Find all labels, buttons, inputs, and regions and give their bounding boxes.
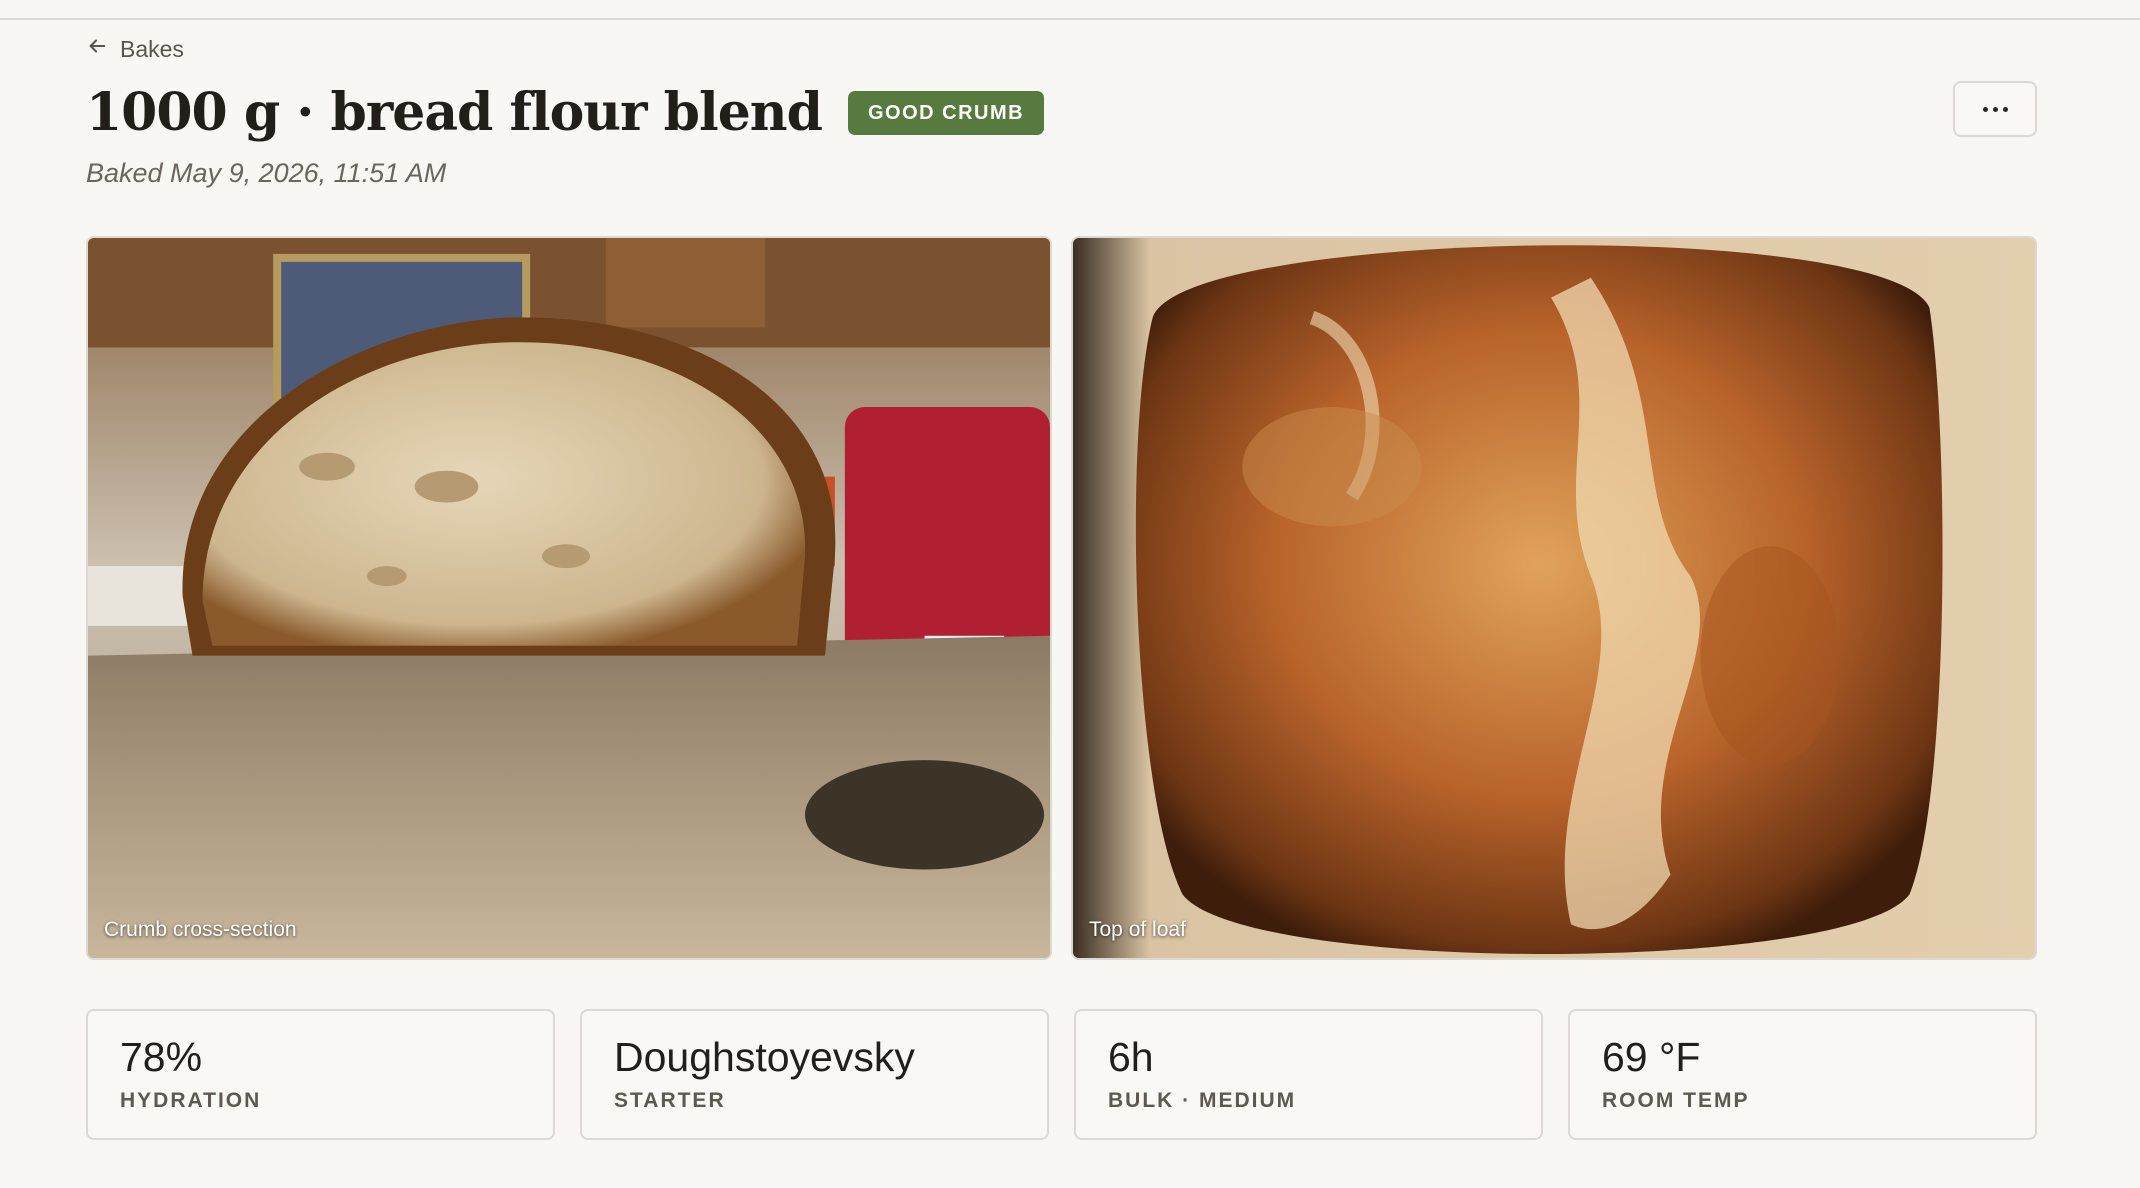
header: 1000 g · bread flour blend GOOD CRUMB — [86, 82, 1045, 144]
stat-value: Doughstoyevsky — [614, 1034, 915, 1080]
stat-label: STARTER — [614, 1089, 726, 1112]
stat-value: 78% — [120, 1034, 203, 1080]
photo-caption: Top of loaf — [1089, 918, 1186, 941]
stat-label: HYDRATION — [120, 1089, 262, 1112]
stat-label: ROOM TEMP — [1602, 1089, 1750, 1112]
top-border — [0, 0, 2140, 20]
more-horizontal-icon — [1982, 106, 2008, 112]
stat-card-bulk: 6h BULK · MEDIUM — [1074, 1009, 1543, 1140]
stat-value: 69 °F — [1602, 1034, 1701, 1080]
photo-caption: Crumb cross-section — [104, 918, 297, 941]
stat-card-starter: Doughstoyevsky STARTER — [580, 1009, 1049, 1140]
stat-value: 6h — [1108, 1034, 1154, 1080]
back-link-label: Bakes — [120, 35, 184, 62]
crumb-photo-image — [88, 238, 1050, 958]
page-title: 1000 g · bread flour blend — [86, 82, 823, 143]
back-link[interactable]: Bakes — [86, 34, 184, 64]
status-badge: GOOD CRUMB — [847, 91, 1045, 135]
photo-top[interactable]: Top of loaf — [1071, 236, 2037, 960]
top-photo-image — [1073, 238, 2035, 958]
stat-card-hydration: 78% HYDRATION — [86, 1009, 555, 1140]
stat-card-room-temp: 69 °F ROOM TEMP — [1568, 1009, 2037, 1140]
more-options-button[interactable] — [1953, 81, 2037, 137]
stat-label: BULK · MEDIUM — [1108, 1089, 1297, 1112]
arrow-left-icon — [86, 35, 108, 63]
bake-timestamp: Baked May 9, 2026, 11:51 AM — [86, 158, 447, 188]
photo-crumb[interactable]: Crumb cross-section — [86, 236, 1052, 960]
